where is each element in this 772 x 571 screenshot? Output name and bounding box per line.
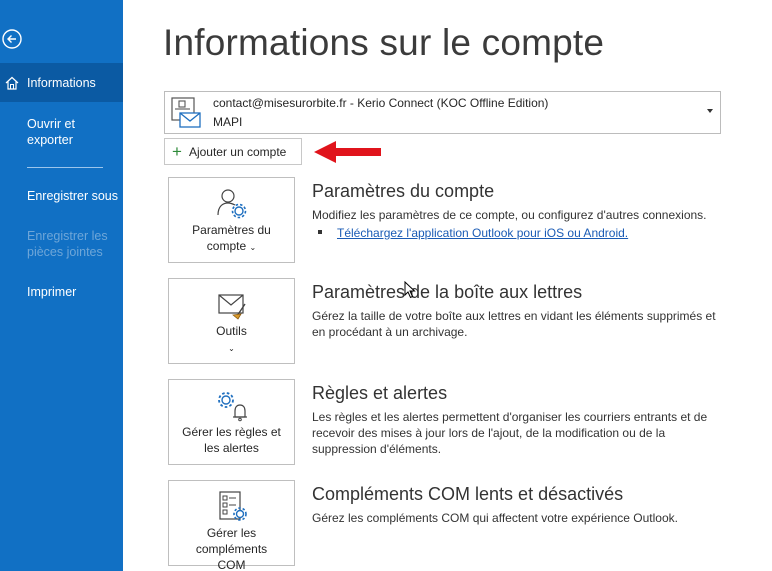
sidebar-item-enregistrer-pieces-jointes: Enregistrer les pièces jointes — [0, 228, 110, 260]
page-title: Informations sur le compte — [163, 22, 605, 63]
card-label: Outils ⌄ — [171, 323, 292, 357]
mailbox-tools-icon — [217, 294, 246, 320]
manage-rules-card[interactable]: Gérer les règles et les alertes — [168, 379, 295, 465]
bullet — [318, 230, 322, 234]
sidebar-item-ouvrir-exporter[interactable]: Ouvrir et exporter — [0, 116, 100, 148]
account-settings-card[interactable]: Paramètres du compte ⌄ — [168, 177, 295, 263]
section-desc-mailbox-settings: Gérez la taille de votre boîte aux lettr… — [312, 309, 716, 339]
account-settings-label: Paramètres du compte — [192, 223, 271, 253]
account-name: contact@misesurorbite.fr - Kerio Connect… — [213, 96, 549, 110]
account-mail-icon — [171, 97, 201, 128]
sidebar-item-label: Ouvrir et exporter — [27, 117, 75, 147]
sidebar-item-imprimer[interactable]: Imprimer — [0, 284, 123, 300]
mouse-cursor-icon — [404, 281, 416, 299]
add-account-label: Ajouter un compte — [188, 144, 287, 159]
home-icon — [5, 76, 19, 90]
sidebar-item-label: Enregistrer sous — [27, 189, 119, 203]
chevron-down-icon[interactable] — [707, 109, 713, 113]
section-title-com-addins: Compléments COM lents et désactivés — [312, 484, 624, 504]
card-label: Paramètres du compte ⌄ — [171, 222, 292, 256]
outlook-mobile-link[interactable]: Téléchargez l'application Outlook pour i… — [337, 226, 628, 240]
backstage-sidebar: Informations Ouvrir et exporter Enregist… — [0, 0, 123, 571]
card-label: Gérer les règles et les alertes — [182, 425, 281, 455]
section-desc-account-settings: Modifiez les paramètres de ce compte, ou… — [312, 208, 707, 222]
account-settings-icon — [216, 189, 246, 219]
add-account-button[interactable]: + Ajouter un compte — [164, 138, 302, 165]
tools-card[interactable]: Outils ⌄ — [168, 278, 295, 364]
rules-alerts-icon — [217, 392, 247, 422]
back-arrow-icon — [2, 29, 22, 49]
chevron-down-icon: ⌄ — [228, 344, 235, 353]
red-arrow-annotation — [314, 141, 381, 163]
section-title-rules-alerts: Règles et alertes — [312, 383, 448, 403]
chevron-down-icon: ⌄ — [249, 243, 257, 252]
plus-icon: + — [172, 141, 182, 161]
sidebar-item-label: Imprimer — [27, 285, 77, 299]
com-addins-icon — [218, 491, 247, 521]
card-label: Gérer les compléments COM — [195, 526, 268, 571]
back-button[interactable] — [0, 27, 24, 51]
account-selector[interactable]: contact@misesurorbite.fr - Kerio Connect… — [164, 91, 721, 134]
sidebar-item-label: Enregistrer les pièces jointes — [27, 229, 108, 259]
sidebar-item-label: Informations — [27, 76, 96, 90]
section-title-mailbox-settings: Paramètres de la boîte aux lettres — [312, 282, 583, 302]
section-desc-com-addins: Gérez les compléments COM qui affectent … — [312, 511, 678, 525]
account-type: MAPI — [213, 115, 243, 129]
tools-label: Outils — [216, 324, 247, 338]
sidebar-divider — [27, 167, 103, 168]
section-title-account-settings: Paramètres du compte — [312, 181, 495, 201]
sidebar-item-enregistrer-sous[interactable]: Enregistrer sous — [0, 188, 123, 204]
sidebar-item-informations[interactable]: Informations — [0, 63, 123, 102]
section-desc-rules-alerts: Les règles et les alertes permettent d'o… — [312, 410, 708, 456]
manage-com-addins-card[interactable]: Gérer les compléments COM — [168, 480, 295, 571]
